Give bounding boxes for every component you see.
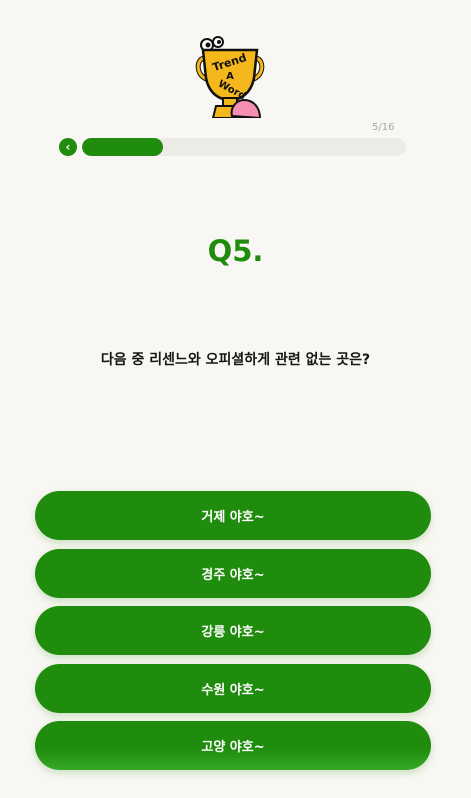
trend-a-word-logo: Trend A Word — [195, 36, 265, 118]
progress-fill — [82, 138, 163, 156]
answer-option[interactable]: 고양 야호~ — [35, 721, 431, 770]
answer-option[interactable]: 경주 야호~ — [35, 548, 431, 598]
question-text: 다음 중 리센느와 오피셜하게 관련 없는 곳은? — [100, 352, 371, 368]
answer-option[interactable]: 수원 야호~ — [35, 663, 431, 713]
back-button[interactable]: ‹ — [59, 138, 77, 156]
answer-option[interactable]: 거제 야호~ — [35, 491, 431, 540]
progress-counter: 5/16 — [372, 122, 395, 133]
progress-bar — [82, 138, 406, 156]
answer-list: 거제 야호~ 경주 야호~ 강릉 야호~ 수원 야호~ 고양 야호~ — [35, 491, 431, 779]
question-number: Q5. — [207, 234, 264, 268]
svg-text:A: A — [226, 71, 234, 82]
answer-option[interactable]: 강릉 야호~ — [35, 606, 431, 655]
chevron-left-icon: ‹ — [65, 140, 71, 154]
